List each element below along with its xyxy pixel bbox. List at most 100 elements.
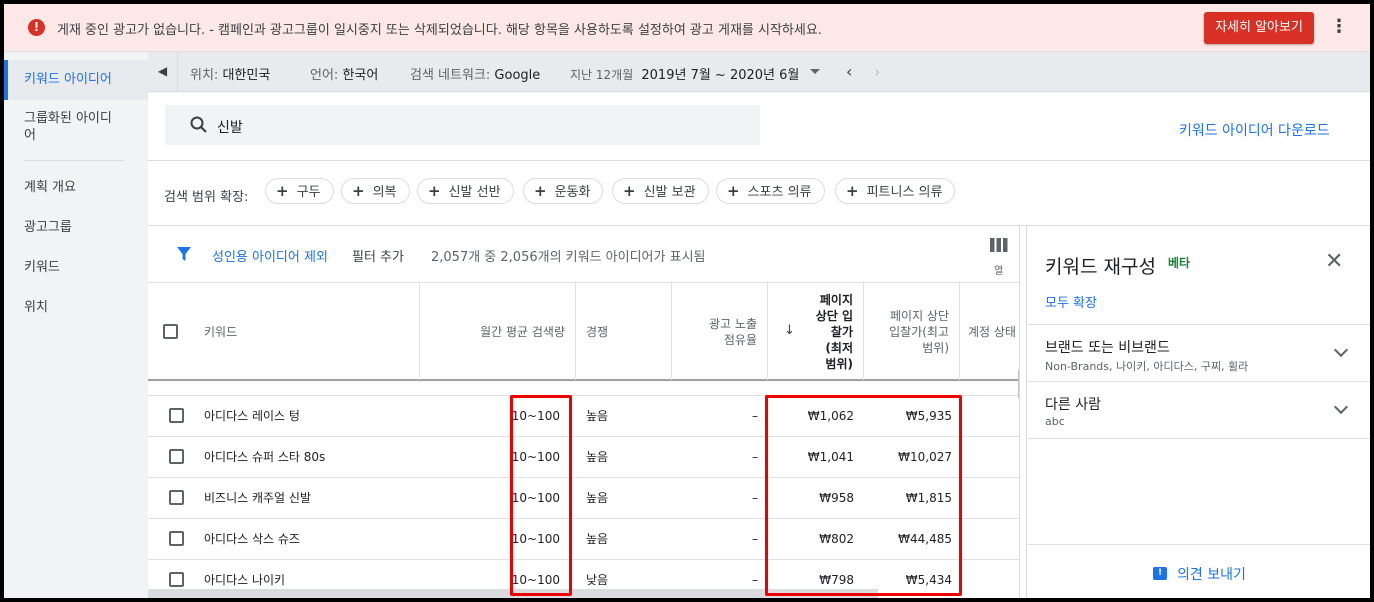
banner-message: 게재 중인 광고가 없습니다. - 캠페인과 광고그룹이 일시중지 또는 삭제되… (57, 23, 822, 38)
chip-label: 신발 선반 (448, 185, 501, 200)
keyword-table: 성인용 아이디어 제외 필터 추가 2,057개 중 2,056개의 키워드 아… (148, 226, 1020, 598)
expand-chip[interactable]: + 운동화 (523, 178, 604, 204)
more-vert-icon[interactable]: ⋮ (1330, 16, 1348, 40)
date-range-selector[interactable]: 지난 12개월 2019년 7월 ~ 2020년 6월 (570, 64, 799, 83)
sort-down-icon: ↓ (784, 323, 795, 338)
nav-divider (24, 160, 124, 161)
columns-icon[interactable] (990, 238, 1008, 252)
col-account-status[interactable]: 계정 상태 (960, 283, 1019, 380)
competition-cell: 높음 (586, 532, 609, 546)
network-value: Google (494, 68, 541, 83)
table-header: 키워드 월간 평균 검색량 경쟁 광고 노출 점유율 ↓ 페이지 상단 입찰가 … (148, 282, 1019, 381)
impression-share-cell: – (752, 491, 758, 505)
app-frame: ! 게재 중인 광고가 없습니다. - 캠페인과 광고그룹이 일시중지 또는 삭… (4, 4, 1370, 598)
col-impression-share[interactable]: 광고 노출 점유율 (672, 283, 768, 380)
nav-item-grouped-ideas[interactable]: 그룹화된 아이디어 (4, 110, 114, 144)
highlight-box-bids (765, 395, 962, 596)
expand-chip[interactable]: + 구두 (265, 178, 334, 204)
section-subtitle: abc (1045, 415, 1065, 428)
col-top-bid-low-label: 페이지 상단 입찰가 (최저 범위) (815, 292, 853, 371)
search-value: 신발 (217, 120, 243, 136)
beta-badge: 베타 (1168, 256, 1191, 270)
chip-label: 스포츠 의류 (747, 185, 812, 200)
keyword-cell: 아디다스 레이스 텅 (204, 409, 300, 423)
col-keyword[interactable]: 키워드 (192, 283, 420, 380)
section-title: 다른 사람 (1045, 397, 1101, 413)
feedback-bar: ! 의견 보내기 (1027, 544, 1370, 598)
nav-item-keyword-ideas[interactable]: 키워드 아이디어 (4, 60, 148, 100)
chevron-down-icon[interactable] (1333, 342, 1349, 358)
row-checkbox[interactable] (169, 531, 184, 546)
impression-share-cell: – (752, 450, 758, 464)
section-subtitle: Non-Brands, 나이키, 아디다스, 구찌, 휠라 (1045, 360, 1249, 373)
network-label: 검색 네트워크: (410, 68, 491, 83)
language-label: 언어: (310, 68, 339, 83)
table-row-partial (148, 381, 1019, 396)
panel-title: 키워드 재구성 (1045, 256, 1156, 278)
main-content: 신발 키워드 아이디어 다운로드 검색 범위 확장: + 구두 + 의복 + 신발 선… (148, 93, 1370, 598)
location-label: 위치: (190, 68, 219, 83)
learn-more-button[interactable]: 자세히 알아보기 (1204, 12, 1314, 44)
row-checkbox[interactable] (169, 572, 184, 587)
keyword-search-input[interactable]: 신발 (165, 105, 760, 145)
row-checkbox[interactable] (169, 490, 184, 505)
search-icon (190, 116, 207, 133)
expand-chip[interactable]: + 피트니스 의류 (835, 178, 956, 204)
competition-cell: 높음 (586, 491, 609, 505)
row-checkbox[interactable] (169, 449, 184, 464)
add-filter-button[interactable]: 필터 추가 (352, 246, 404, 265)
col-top-bid-high[interactable]: 페이지 상단 입찰가(최고 범위) (864, 283, 960, 380)
col-monthly-searches[interactable]: 월간 평균 검색량 (420, 283, 576, 380)
vertical-scrollbar[interactable] (1018, 369, 1019, 399)
exclude-adult-filter[interactable]: 성인용 아이디어 제외 (212, 246, 328, 265)
competition-cell: 높음 (586, 409, 609, 423)
chevron-right-icon[interactable]: › (874, 62, 880, 81)
expand-chip[interactable]: + 의복 (341, 178, 410, 204)
expand-chip[interactable]: + 스포츠 의류 (716, 178, 825, 204)
collapse-nav-icon[interactable]: ◀ (148, 52, 178, 92)
highlight-box-monthly (510, 395, 572, 596)
expand-chip[interactable]: + 신발 선반 (417, 178, 514, 204)
columns-label: 열 (994, 266, 1004, 277)
close-icon[interactable]: ✕ (1325, 251, 1343, 273)
nav-item-ad-groups[interactable]: 광고그룹 (4, 220, 148, 236)
chevron-down-icon[interactable] (1333, 399, 1349, 415)
error-icon: ! (28, 19, 45, 36)
nav-item-keywords[interactable]: 키워드 (4, 260, 148, 276)
chip-label: 신발 보관 (643, 185, 696, 200)
chip-label: 운동화 (554, 185, 591, 200)
expand-chip[interactable]: + 신발 보관 (612, 178, 709, 204)
targeting-bar: ◀ 위치: 대한민국 언어: 한국어 검색 네트워크: Google 지난 12… (148, 52, 1370, 92)
col-top-bid-high-label: 페이지 상단 입찰가(최고 범위) (889, 308, 949, 355)
feedback-icon[interactable]: ! (1153, 567, 1167, 580)
keyword-refine-panel: 키워드 재구성 베타 ✕ 모두 확장 브랜드 또는 비브랜드 Non-Brand… (1026, 226, 1370, 598)
dropdown-arrow-icon[interactable] (810, 69, 820, 74)
row-checkbox[interactable] (169, 408, 184, 423)
send-feedback-button[interactable]: 의견 보내기 (1177, 564, 1246, 584)
impression-share-cell: – (752, 409, 758, 423)
col-competition[interactable]: 경쟁 (576, 283, 672, 380)
refine-section-others[interactable]: 다른 사람 abc (1027, 381, 1370, 439)
network-setting[interactable]: 검색 네트워크: Google (410, 64, 540, 83)
expand-all-link[interactable]: 모두 확장 (1045, 292, 1097, 311)
refine-section-brand[interactable]: 브랜드 또는 비브랜드 Non-Brands, 나이키, 아디다스, 구찌, 휠… (1027, 324, 1370, 382)
select-all-checkbox-cell[interactable] (148, 283, 192, 380)
col-impression-share-label: 광고 노출 점유율 (709, 316, 757, 347)
chip-label: 구두 (296, 185, 321, 200)
download-keyword-ideas-link[interactable]: 키워드 아이디어 다운로드 (1179, 120, 1330, 140)
location-setting[interactable]: 위치: 대한민국 (190, 64, 270, 83)
competition-cell: 높음 (586, 450, 609, 464)
location-value: 대한민국 (222, 68, 271, 83)
chevron-left-icon[interactable]: ‹ (846, 62, 852, 81)
col-top-bid-low[interactable]: ↓ 페이지 상단 입찰가 (최저 범위) (768, 283, 864, 380)
section-title: 브랜드 또는 비브랜드 (1045, 340, 1170, 356)
date-range-value: 2019년 7월 ~ 2020년 6월 (641, 68, 800, 83)
keyword-cell: 아디다스 슈퍼 스타 80s (204, 450, 326, 464)
divider (148, 160, 1370, 161)
language-setting[interactable]: 언어: 한국어 (310, 64, 378, 83)
nav-item-locations[interactable]: 위치 (4, 300, 148, 316)
select-all-checkbox[interactable] (162, 324, 178, 339)
filter-icon[interactable] (176, 246, 192, 262)
nav-item-plan-overview[interactable]: 계획 개요 (4, 180, 148, 196)
result-count: 2,057개 중 2,056개의 키워드 아이디어가 표시됨 (431, 250, 706, 265)
